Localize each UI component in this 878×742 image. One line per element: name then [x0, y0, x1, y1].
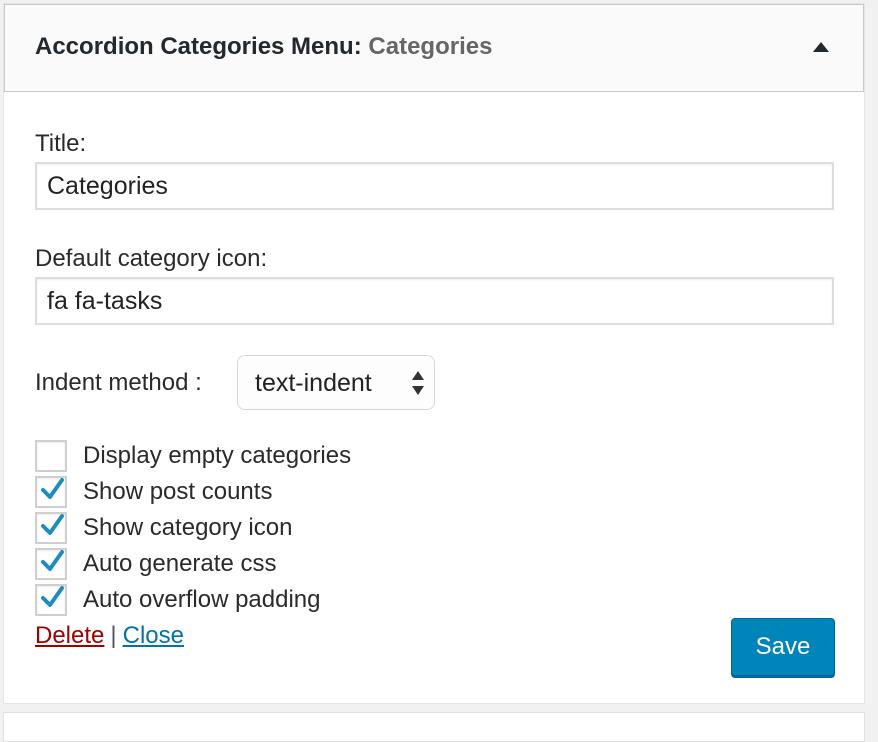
widget-panel: Accordion Categories Menu: Categories Ti…: [3, 3, 865, 704]
display-empty-checkbox[interactable]: [35, 440, 67, 472]
auto-generate-css-checkbox[interactable]: [35, 548, 67, 580]
checkmark-icon: [41, 478, 64, 499]
next-widget-panel: [3, 712, 865, 742]
widget-actions: Delete | Close: [35, 622, 184, 650]
checkbox-row-overflow-padding: Auto overflow padding: [35, 584, 535, 616]
delete-link[interactable]: Delete: [35, 622, 104, 649]
default-icon-input[interactable]: [35, 277, 834, 325]
widget-header[interactable]: Accordion Categories Menu: Categories: [4, 4, 864, 92]
checkbox-label: Show category icon: [83, 514, 293, 541]
title-input[interactable]: [35, 162, 834, 210]
checkmark-icon: [41, 550, 64, 571]
checkbox-label: Display empty categories: [83, 442, 352, 469]
checkbox-row-category-icon: Show category icon: [35, 512, 535, 544]
close-link[interactable]: Close: [123, 622, 184, 649]
auto-overflow-padding-checkbox[interactable]: [35, 584, 67, 616]
actions-separator: |: [110, 622, 117, 649]
title-label: Title:: [35, 130, 87, 157]
save-button[interactable]: Save: [731, 618, 835, 676]
select-arrows-icon: [412, 371, 424, 395]
checkbox-row-post-counts: Show post counts: [35, 476, 535, 508]
widget-title-instance: Categories: [368, 33, 493, 60]
checkbox-row-display-empty: Display empty categories: [35, 440, 535, 472]
checkbox-label: Show post counts: [83, 478, 273, 505]
show-category-icon-checkbox[interactable]: [35, 512, 67, 544]
checkbox-row-auto-css: Auto generate css: [35, 548, 535, 580]
widget-title: Accordion Categories Menu: Categories: [35, 33, 492, 61]
indent-method-label: Indent method :: [35, 369, 202, 396]
icon-label: Default category icon:: [35, 245, 268, 272]
widget-title-name: Accordion Categories Menu:: [35, 33, 362, 60]
checkbox-label: Auto overflow padding: [83, 586, 321, 613]
show-post-counts-checkbox[interactable]: [35, 476, 67, 508]
checkbox-label: Auto generate css: [83, 550, 277, 577]
collapse-triangle-icon[interactable]: [813, 42, 829, 52]
indent-method-value: text-indent: [255, 369, 372, 397]
checkmark-icon: [41, 514, 64, 535]
indent-method-select[interactable]: text-indent: [237, 355, 435, 410]
checkmark-icon: [41, 586, 64, 607]
